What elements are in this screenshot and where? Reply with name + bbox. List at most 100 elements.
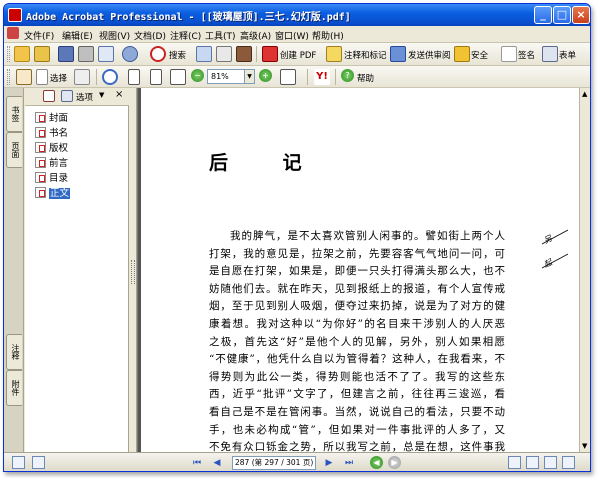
scan-icon[interactable] — [216, 46, 232, 62]
menu-bar: 文件(F) 编辑(E) 视图(V) 文档(D) 注释(C) 工具(T) 高级(A… — [4, 26, 590, 43]
open-folder-icon[interactable] — [14, 46, 30, 62]
create-pdf-label[interactable]: 创建 PDF — [280, 49, 316, 61]
previous-view-button[interactable]: ◀ — [370, 456, 383, 469]
help-icon[interactable]: ? — [341, 69, 354, 82]
copy-icon[interactable] — [196, 46, 212, 62]
menu-tools[interactable]: 工具(T) — [205, 29, 236, 42]
zoom-in-icon[interactable] — [102, 69, 118, 85]
bookmark-item[interactable]: 目录 — [35, 170, 68, 184]
zoom-out-icon[interactable]: − — [191, 69, 204, 82]
zoom-in-plus-icon[interactable]: + — [259, 69, 272, 82]
options-dropdown-icon[interactable]: ▼ — [99, 91, 104, 99]
options-icon[interactable] — [61, 90, 73, 102]
tab-attachments[interactable]: 附件 — [6, 370, 22, 406]
title-bar[interactable]: Adobe Acrobat Professional - [[玻璃屋顶].三七.… — [4, 4, 590, 26]
facing-icon[interactable] — [544, 456, 557, 469]
select-label[interactable]: 选择 — [50, 72, 67, 84]
minimize-button[interactable]: _ — [534, 6, 552, 24]
comment-label[interactable]: 注释和标记 — [344, 49, 387, 61]
create-pdf-icon[interactable] — [262, 46, 278, 62]
hand-tool-icon[interactable] — [16, 69, 32, 85]
acrobat-window: Adobe Acrobat Professional - [[玻璃屋顶].三七.… — [3, 3, 591, 472]
last-page-button[interactable]: ⏭ — [342, 456, 356, 470]
menu-document[interactable]: 文档(D) — [134, 29, 166, 42]
scroll-up-icon[interactable]: ▲ — [582, 90, 587, 98]
continuous-icon[interactable] — [526, 456, 539, 469]
bookmark-item[interactable]: 版权 — [35, 140, 68, 154]
menu-file[interactable]: 文件(F) — [24, 29, 54, 42]
save-icon[interactable] — [58, 46, 74, 62]
page-edge — [138, 88, 141, 452]
next-view-button[interactable]: ▶ — [388, 456, 401, 469]
search-icon[interactable] — [150, 46, 166, 62]
fit-page-icon[interactable] — [150, 69, 162, 85]
scroll-down-icon[interactable]: ▼ — [582, 442, 587, 450]
organizer-icon[interactable] — [34, 46, 50, 62]
lock-icon[interactable] — [454, 46, 470, 62]
menu-edit[interactable]: 编辑(E) — [62, 29, 93, 42]
camera-icon[interactable] — [236, 46, 252, 62]
bookmark-item-selected[interactable]: 正文 — [35, 185, 71, 199]
bookmark-label: 封面 — [49, 113, 69, 124]
sign-label[interactable]: 签名 — [518, 49, 535, 61]
single-page-icon[interactable] — [508, 456, 521, 469]
zoom-input[interactable]: 81% — [207, 69, 245, 84]
fit-width-icon[interactable] — [170, 69, 186, 85]
help-label[interactable]: 帮助 — [357, 72, 374, 84]
forms-label[interactable]: 表单 — [559, 49, 576, 61]
close-panel-icon[interactable]: × — [115, 89, 123, 100]
toolbar-grip[interactable] — [7, 69, 10, 85]
page-heading: 后 记 — [209, 152, 326, 174]
previous-page-button[interactable]: ◀ — [210, 456, 224, 470]
secure-label[interactable]: 安全 — [471, 49, 488, 61]
bookmark-item[interactable]: 书名 — [35, 125, 68, 139]
search-label[interactable]: 搜索 — [169, 49, 186, 61]
attach-icon[interactable] — [122, 46, 138, 62]
tab-comments[interactable]: 注释 — [6, 334, 22, 370]
page-size-icon[interactable] — [32, 456, 45, 469]
options-label[interactable]: 选项 — [76, 91, 93, 103]
tab-bookmarks[interactable]: 书签 — [6, 96, 22, 132]
bookmark-label: 书名 — [49, 128, 69, 139]
toolbar-grip[interactable] — [7, 46, 10, 62]
tab-pages[interactable]: 页面 — [6, 132, 22, 168]
menu-view[interactable]: 视图(V) — [99, 29, 130, 42]
menu-window[interactable]: 窗口(W) — [275, 29, 309, 42]
comment-icon[interactable] — [326, 46, 342, 62]
vertical-scrollbar[interactable]: ▲ ▼ — [579, 88, 590, 452]
toolbar-separator — [96, 69, 97, 85]
rotate-icon[interactable] — [280, 69, 296, 85]
bookmark-item[interactable]: 前言 — [35, 155, 68, 169]
document-view[interactable]: 后 记 我的脾气，是不太喜欢管别人闲事的。譬如街上两个人 打架，我的意见是，拉架… — [137, 88, 579, 452]
pen-sign-icon[interactable] — [501, 46, 517, 62]
snapshot-icon[interactable] — [74, 69, 90, 85]
splitter-grip[interactable] — [131, 260, 135, 284]
send-review-label[interactable]: 发送供审阅 — [408, 49, 451, 61]
menu-comments[interactable]: 注释(C) — [170, 29, 201, 42]
continuous-facing-icon[interactable] — [562, 456, 575, 469]
panel-splitter[interactable] — [129, 88, 137, 452]
new-bookmark-icon[interactable] — [43, 90, 55, 102]
first-page-button[interactable]: ⏮ — [190, 456, 204, 470]
zoom-dropdown-icon[interactable]: ▼ — [245, 69, 255, 84]
document-menu-icon[interactable] — [7, 27, 19, 39]
close-button[interactable]: × — [572, 6, 590, 24]
actual-size-icon[interactable] — [128, 69, 140, 85]
menu-advanced[interactable]: 高级(A) — [240, 29, 271, 42]
send-review-icon[interactable] — [390, 46, 406, 62]
bookmark-page-icon — [35, 142, 46, 153]
yahoo-icon[interactable]: Y! — [314, 69, 330, 85]
text-line: 妨随他们去。就在昨天，见到报纸上的报道，有个人宣传戒 — [209, 282, 505, 295]
menu-help[interactable]: 帮助(H) — [312, 29, 344, 42]
acrobat-app-icon — [8, 8, 22, 22]
select-tool-icon[interactable] — [36, 69, 48, 85]
text-line: “不健康”，他凭什么自以为管得着？这种人，在我看来，不 — [209, 353, 505, 366]
email-icon[interactable] — [98, 46, 114, 62]
monitor-icon[interactable] — [12, 456, 25, 469]
next-page-button[interactable]: ▶ — [322, 456, 336, 470]
forms-icon[interactable] — [542, 46, 558, 62]
bookmark-item[interactable]: 封面 — [35, 110, 68, 124]
page-number-input[interactable]: 287 (第 297 / 301 页) — [232, 456, 316, 470]
print-icon[interactable] — [78, 46, 94, 62]
maximize-button[interactable]: □ — [553, 6, 571, 24]
